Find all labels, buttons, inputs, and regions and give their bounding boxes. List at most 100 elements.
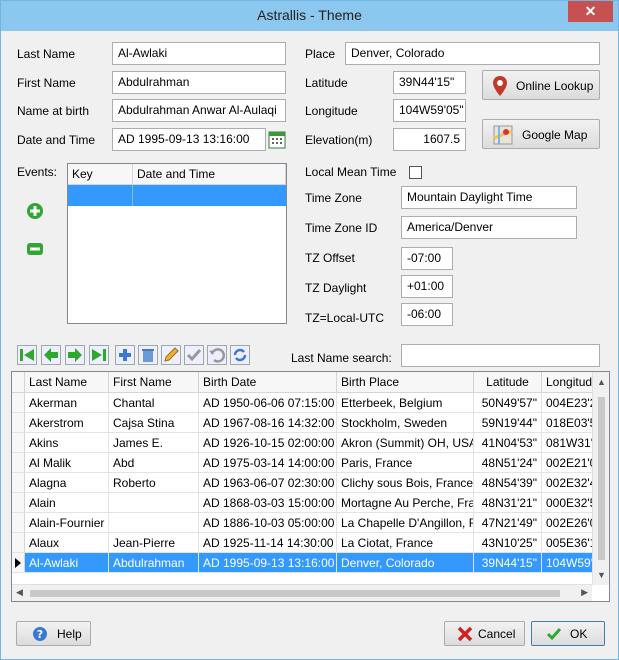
- cell-first-name[interactable]: Roberto: [109, 473, 199, 493]
- cell-latitude[interactable]: 41N04'53": [474, 433, 542, 453]
- events-table[interactable]: Key Date and Time: [67, 163, 287, 324]
- ok-button[interactable]: OK: [531, 621, 605, 646]
- cancel-button[interactable]: Cancel: [444, 621, 525, 646]
- cell-birth-date[interactable]: AD 1950-06-06 07:15:00: [199, 393, 337, 413]
- cell-first-name[interactable]: Abd: [109, 453, 199, 473]
- cell-latitude[interactable]: 43N10'25": [474, 533, 542, 553]
- cell-last-name[interactable]: Akerstrom: [25, 413, 109, 433]
- column-header-birth-place[interactable]: Birth Place: [337, 372, 474, 393]
- edit-record-button[interactable]: [161, 345, 181, 365]
- cell-birth-place[interactable]: Etterbeek, Belgium: [337, 393, 474, 413]
- row-indicator[interactable]: [12, 393, 25, 413]
- cell-latitude[interactable]: 48N31'21": [474, 493, 542, 513]
- cell-latitude[interactable]: 47N21'49": [474, 513, 542, 533]
- first-record-button[interactable]: [17, 345, 37, 365]
- column-header-birth-date[interactable]: Birth Date: [199, 372, 337, 393]
- cell-latitude[interactable]: 59N19'44": [474, 413, 542, 433]
- cell-birth-date[interactable]: AD 1925-11-14 14:30:00: [199, 533, 337, 553]
- horizontal-scrollbar[interactable]: ◀ ▶: [12, 584, 592, 601]
- insert-record-button[interactable]: [115, 345, 135, 365]
- cell-birth-date[interactable]: AD 1967-08-16 14:32:00: [199, 413, 337, 433]
- elevation-input[interactable]: 1607.5: [393, 128, 466, 151]
- google-map-button[interactable]: Google Map: [482, 119, 600, 149]
- cell-last-name[interactable]: Alain-Fournier: [25, 513, 109, 533]
- cell-last-name[interactable]: Al-Awlaki: [25, 553, 109, 573]
- cell-last-name[interactable]: Akerman: [25, 393, 109, 413]
- scroll-up-icon[interactable]: ▲: [597, 377, 606, 387]
- cell-birth-date[interactable]: AD 1995-09-13 13:16:00: [199, 553, 337, 573]
- cell-first-name[interactable]: Cajsa Stina: [109, 413, 199, 433]
- cell-birth-place[interactable]: Stockholm, Sweden: [337, 413, 474, 433]
- post-edit-button[interactable]: [184, 345, 204, 365]
- events-column-key[interactable]: Key: [68, 164, 133, 185]
- tz-local-utc-input[interactable]: -06:00: [401, 303, 453, 326]
- row-indicator[interactable]: [12, 533, 25, 553]
- cell-last-name[interactable]: Alagna: [25, 473, 109, 493]
- first-name-input[interactable]: Abdulrahman: [112, 71, 286, 94]
- last-name-search-input[interactable]: [401, 344, 600, 367]
- row-indicator[interactable]: [12, 493, 25, 513]
- calendar-button[interactable]: [267, 129, 287, 150]
- scroll-left-icon[interactable]: ◀: [16, 587, 23, 598]
- cell-first-name[interactable]: Jean-Pierre: [109, 533, 199, 553]
- cell-first-name[interactable]: [109, 493, 199, 513]
- events-column-date-time[interactable]: Date and Time: [133, 164, 286, 185]
- cell-birth-place[interactable]: Akron (Summit) OH, USA: [337, 433, 474, 453]
- cell-birth-place[interactable]: La Ciotat, France: [337, 533, 474, 553]
- cell-birth-date[interactable]: AD 1975-03-14 14:00:00: [199, 453, 337, 473]
- cell-birth-place[interactable]: Paris, France: [337, 453, 474, 473]
- place-input[interactable]: Denver, Colorado: [345, 42, 600, 65]
- horizontal-scroll-thumb[interactable]: [30, 590, 560, 597]
- row-indicator[interactable]: [12, 413, 25, 433]
- cell-birth-place[interactable]: Mortagne Au Perche, France: [337, 493, 474, 513]
- tz-offset-input[interactable]: -07:00: [401, 247, 453, 270]
- cell-latitude[interactable]: 50N49'57": [474, 393, 542, 413]
- cancel-edit-button[interactable]: [207, 345, 227, 365]
- cell-latitude[interactable]: 48N54'39": [474, 473, 542, 493]
- cell-first-name[interactable]: Chantal: [109, 393, 199, 413]
- row-indicator[interactable]: [12, 553, 25, 573]
- vertical-scroll-thumb[interactable]: [598, 397, 605, 560]
- scroll-down-icon[interactable]: ▼: [597, 570, 606, 580]
- prior-record-button[interactable]: [41, 345, 61, 365]
- cell-latitude[interactable]: 39N44'15": [474, 553, 542, 573]
- help-button[interactable]: ? Help: [16, 621, 91, 646]
- events-selected-row[interactable]: [68, 185, 286, 206]
- online-lookup-button[interactable]: Online Lookup: [482, 70, 600, 100]
- longitude-input[interactable]: 104W59'05": [393, 99, 466, 122]
- column-header-first-name[interactable]: First Name: [109, 372, 199, 393]
- cell-birth-date[interactable]: AD 1886-10-03 05:00:00: [199, 513, 337, 533]
- row-indicator[interactable]: [12, 513, 25, 533]
- column-header-last-name[interactable]: Last Name: [25, 372, 109, 393]
- records-grid[interactable]: Last Name First Name Birth Date Birth Pl…: [11, 371, 610, 602]
- cell-first-name[interactable]: James E.: [109, 433, 199, 453]
- column-header-latitude[interactable]: Latitude: [474, 372, 542, 393]
- next-record-button[interactable]: [65, 345, 85, 365]
- name-at-birth-input[interactable]: Abdulrahman Anwar Al-Aulaqi: [112, 99, 286, 122]
- cell-birth-place[interactable]: Clichy sous Bois, France: [337, 473, 474, 493]
- local-mean-time-checkbox[interactable]: [409, 166, 422, 179]
- delete-record-button[interactable]: [138, 345, 158, 365]
- cell-birth-date[interactable]: AD 1868-03-03 15:00:00: [199, 493, 337, 513]
- cell-first-name[interactable]: Abdulrahman: [109, 553, 199, 573]
- date-time-input[interactable]: AD 1995-09-13 13:16:00: [112, 128, 266, 151]
- add-event-button[interactable]: [26, 202, 44, 220]
- cell-birth-place[interactable]: La Chapelle D'Angillon, France: [337, 513, 474, 533]
- cell-birth-date[interactable]: AD 1963-06-07 02:30:00: [199, 473, 337, 493]
- row-indicator[interactable]: [12, 433, 25, 453]
- scroll-right-icon[interactable]: ▶: [581, 587, 588, 598]
- cell-last-name[interactable]: Al Malik: [25, 453, 109, 473]
- time-zone-id-input[interactable]: America/Denver: [401, 216, 577, 239]
- refresh-button[interactable]: [230, 345, 250, 365]
- time-zone-input[interactable]: Mountain Daylight Time: [401, 186, 577, 209]
- cell-last-name[interactable]: Alain: [25, 493, 109, 513]
- cell-first-name[interactable]: [109, 513, 199, 533]
- latitude-input[interactable]: 39N44'15": [393, 71, 466, 94]
- cell-last-name[interactable]: Alaux: [25, 533, 109, 553]
- cell-latitude[interactable]: 48N51'24": [474, 453, 542, 473]
- last-name-input[interactable]: Al-Awlaki: [112, 42, 286, 65]
- cell-last-name[interactable]: Akins: [25, 433, 109, 453]
- vertical-scrollbar[interactable]: ▲ ▼: [592, 372, 609, 585]
- title-bar[interactable]: Astrallis - Theme ✕: [1, 1, 618, 31]
- cell-birth-place[interactable]: Denver, Colorado: [337, 553, 474, 573]
